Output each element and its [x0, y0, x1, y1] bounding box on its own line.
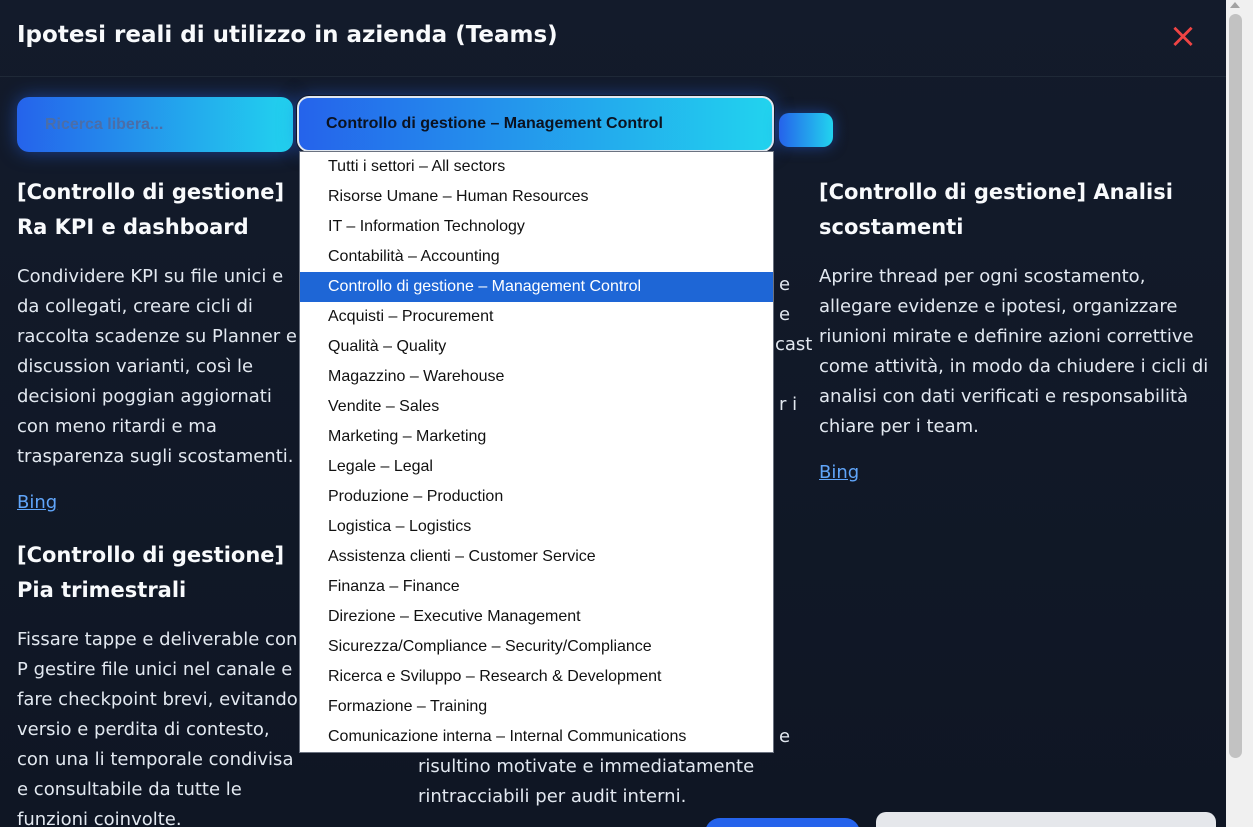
card-title: [Controllo di gestione] Analisi scostame… [819, 180, 1173, 239]
card-link-bing[interactable]: Bing [17, 492, 57, 513]
text-fragment: cast [775, 334, 813, 355]
dropdown-option[interactable]: Logistica – Logistics [300, 512, 773, 542]
dropdown-option[interactable]: IT – Information Technology [300, 212, 773, 242]
card-description: Aprire thread per ogni scostamento, alle… [819, 266, 1209, 437]
dropdown-option[interactable]: Assistenza clienti – Customer Service [300, 542, 773, 572]
case-card: [Controllo di gestione] Analisi scostame… [819, 175, 1214, 483]
modal-header: Ipotesi reali di utilizzo in azienda (Te… [0, 0, 1226, 77]
filter-button[interactable] [779, 113, 833, 147]
dropdown-option[interactable]: Tutti i settori – All sectors [300, 152, 773, 182]
text-fragment: e [779, 304, 791, 325]
dropdown-option[interactable]: Magazzino – Warehouse [300, 362, 773, 392]
text-fragment: e [779, 726, 791, 747]
toast-notification [876, 812, 1216, 827]
search-input[interactable] [17, 97, 293, 152]
dropdown-option[interactable]: Risorse Umane – Human Resources [300, 182, 773, 212]
dropdown-option[interactable]: Acquisti – Procurement [300, 302, 773, 332]
text-fragment: r i [779, 394, 798, 415]
dropdown-option[interactable]: Vendite – Sales [300, 392, 773, 422]
scroll-up-icon[interactable] [1230, 2, 1240, 8]
dropdown-option[interactable]: Contabilità – Accounting [300, 242, 773, 272]
card-link-bing[interactable]: Bing [819, 462, 859, 483]
text-fragment: rintracciabili per audit interni. [418, 786, 687, 807]
dropdown-option[interactable]: Sicurezza/Compliance – Security/Complian… [300, 632, 773, 662]
sector-dropdown-list[interactable]: Tutti i settori – All sectors Risorse Uma… [299, 151, 774, 753]
dropdown-option[interactable]: Marketing – Marketing [300, 422, 773, 452]
dropdown-option[interactable]: Direzione – Executive Management [300, 602, 773, 632]
case-card: [Controllo di gestione] Pia trimestrali … [17, 538, 302, 827]
dropdown-option[interactable]: Ricerca e Sviluppo – Research & Developm… [300, 662, 773, 692]
scrollbar-thumb[interactable] [1229, 14, 1242, 758]
text-fragment: risultino motivate e immediatamente [418, 756, 755, 777]
modal-title: Ipotesi reali di utilizzo in azienda (Te… [17, 22, 558, 48]
sector-select[interactable]: Controllo di gestione – Management Contr… [297, 96, 774, 152]
close-icon[interactable]: × [1168, 19, 1198, 53]
dropdown-option[interactable]: Formazione – Training [300, 692, 773, 722]
card-title: [Controllo di gestione] Pia trimestrali [17, 543, 285, 602]
action-button[interactable] [705, 818, 860, 827]
card-description: Fissare tappe e deliverable con P gestir… [17, 629, 298, 827]
dropdown-option[interactable]: Legale – Legal [300, 452, 773, 482]
text-fragment: e [779, 274, 791, 295]
dropdown-option[interactable]: Qualità – Quality [300, 332, 773, 362]
dropdown-option[interactable]: Finanza – Finance [300, 572, 773, 602]
dropdown-option[interactable]: Produzione – Production [300, 482, 773, 512]
dropdown-option[interactable]: Controllo di gestione – Management Contr… [300, 272, 773, 302]
dropdown-option[interactable]: Comunicazione interna – Internal Communi… [300, 722, 773, 752]
card-description: Condividere KPI su file unici e da colle… [17, 266, 297, 467]
card-title: [Controllo di gestione] Ra KPI e dashboa… [17, 180, 285, 239]
case-card: [Controllo di gestione] Ra KPI e dashboa… [17, 175, 302, 513]
